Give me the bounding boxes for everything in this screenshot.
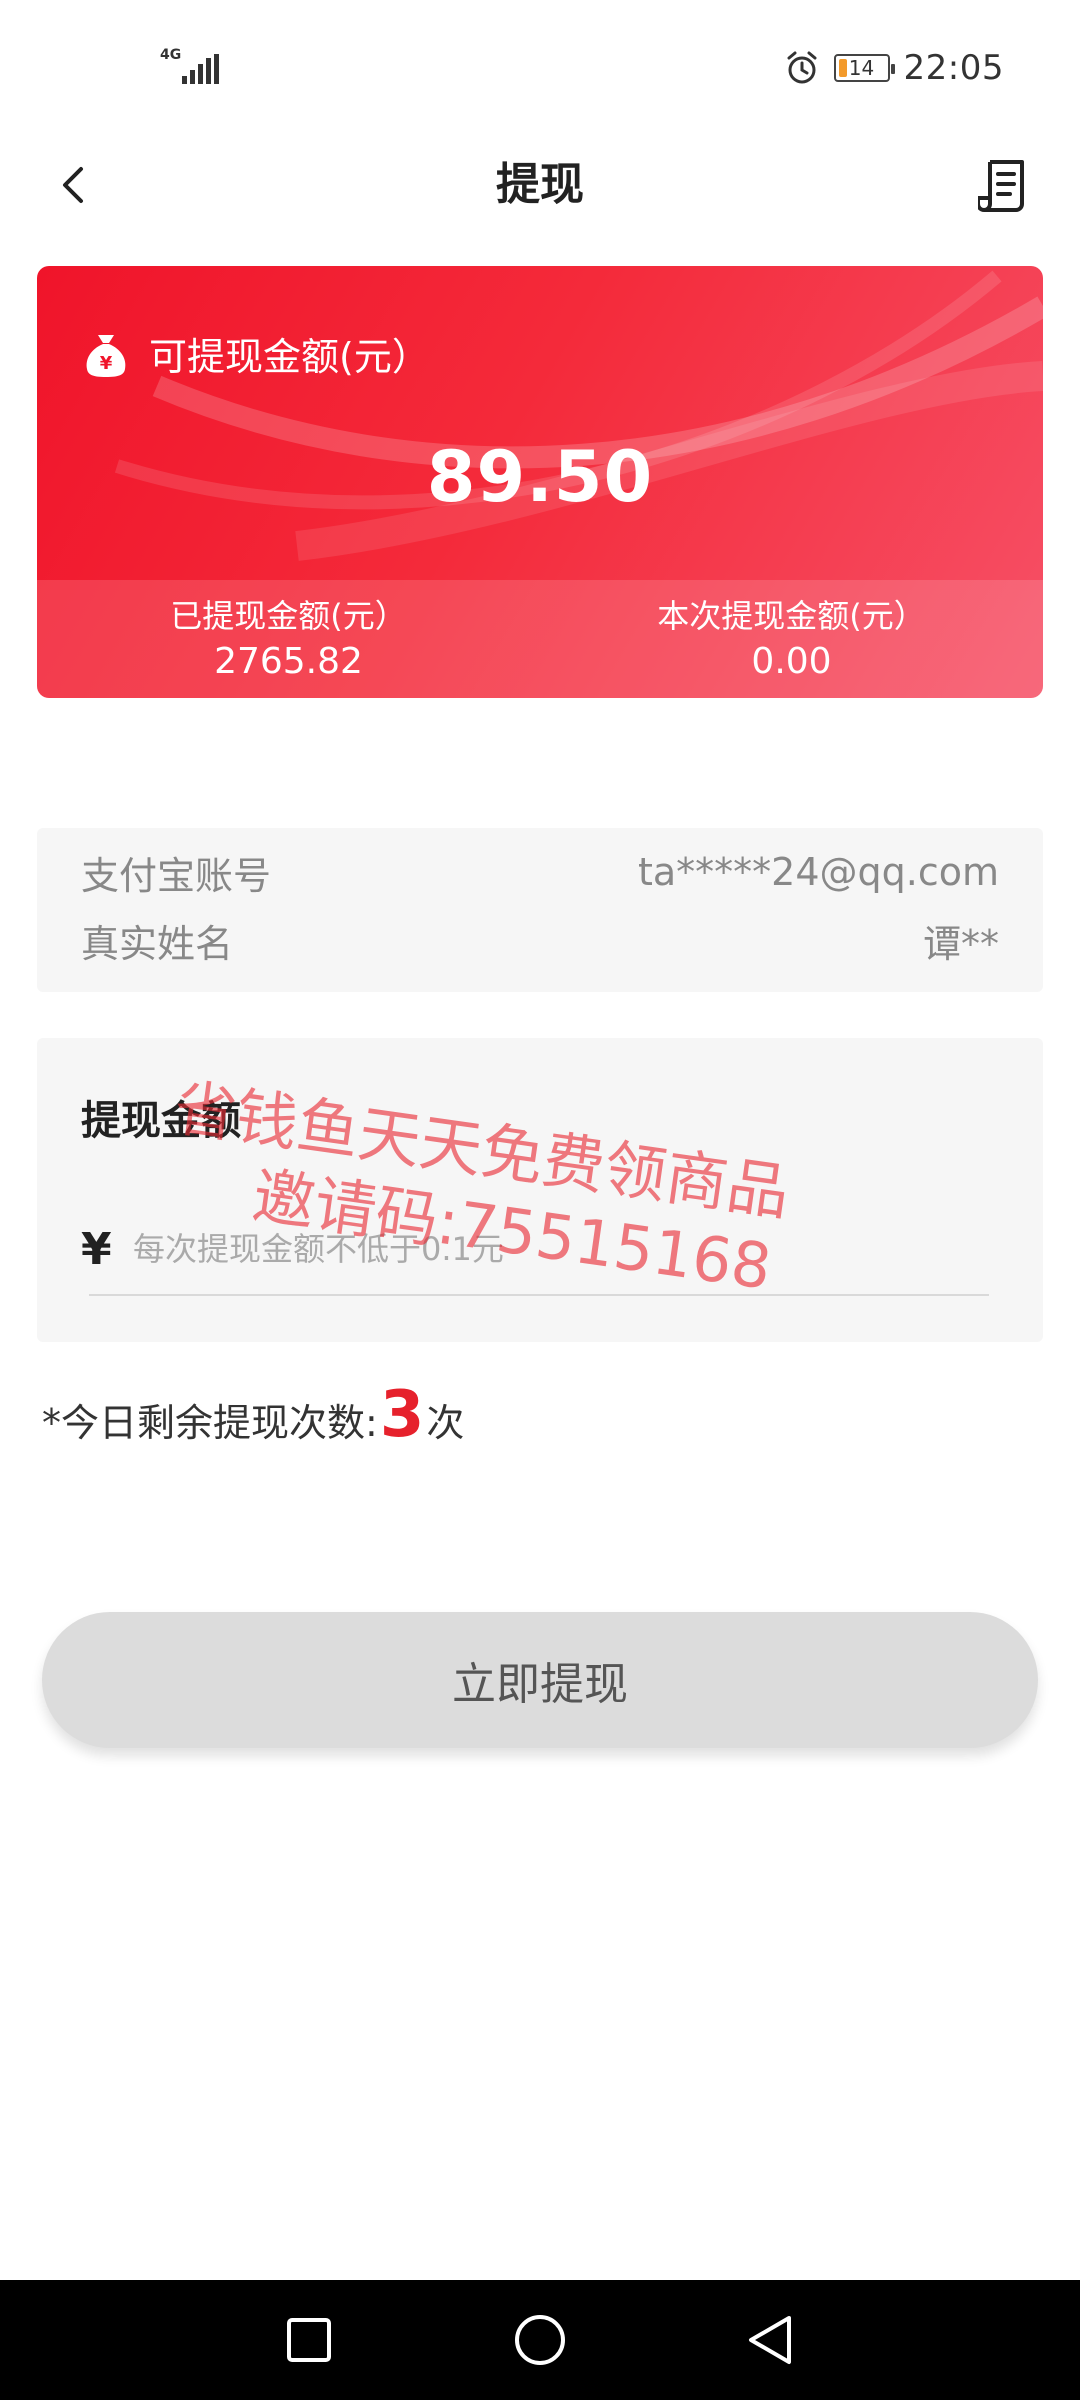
remaining-prefix: *今日剩余提现次数: [42,1401,378,1445]
real-name-label: 真实姓名 [81,921,234,966]
svg-text:¥: ¥ [100,353,113,374]
status-time: 22:05 [903,48,1004,88]
current-withdraw-value: 0.00 [751,641,832,682]
real-name-value: 谭** [922,921,999,966]
triangle-back-icon [749,2316,791,2364]
withdraw-records-button[interactable] [966,148,1040,222]
alipay-label: 支付宝账号 [81,853,272,898]
withdraw-amount-panel: 提现金额 ¥ [37,1038,1043,1342]
signal-icon: 4G [160,48,220,88]
account-info-panel: 支付宝账号 ta*****24@qq.com 真实姓名 谭** [37,828,1043,992]
withdrawn-value: 2765.82 [214,641,363,682]
battery-icon: 14 [833,54,895,82]
system-back-button[interactable] [734,2304,806,2376]
remaining-suffix: 次 [426,1401,465,1445]
withdraw-now-button[interactable]: 立即提现 [42,1612,1038,1748]
receipt-icon [978,160,1024,212]
current-withdraw-stat: 本次提现金额(元） 0.00 [540,594,1043,686]
alipay-value: ta*****24@qq.com [637,850,999,894]
withdraw-amount-input[interactable] [133,1216,993,1282]
card-stats: 已提现金额(元） 2765.82 本次提现金额(元） 0.00 [37,580,1043,698]
remaining-count: 3 [379,1378,425,1452]
real-name-row: 真实姓名 谭** [81,910,999,970]
input-underline [89,1294,989,1296]
recent-apps-button[interactable] [273,2304,345,2376]
app-header: 提现 [0,130,1080,240]
withdrawn-stat: 已提现金额(元） 2765.82 [37,594,540,686]
alipay-row: 支付宝账号 ta*****24@qq.com [81,842,999,902]
withdraw-amount-title: 提现金额 [81,1098,241,1144]
circle-icon [515,2315,565,2365]
status-bar: 4G 14 22:05 [0,0,1080,120]
money-bag-icon: ¥ [86,334,126,377]
currency-symbol: ¥ [81,1224,112,1275]
available-amount-value: 89.50 [426,436,654,518]
system-nav-bar [0,2280,1080,2400]
battery-level: 14 [848,56,875,80]
balance-card: ¥ 可提现金额(元） 89.50 已提现金额(元） 2765.82 本次提现金额… [37,266,1043,698]
available-amount-label: 可提现金额(元） [149,335,430,379]
withdrawn-label: 已提现金额(元） [170,597,407,635]
home-button[interactable] [504,2304,576,2376]
network-type: 4G [160,47,182,63]
current-withdraw-label: 本次提现金额(元） [657,597,926,635]
page-title: 提现 [496,159,584,210]
square-icon [287,2318,331,2362]
remaining-withdrawals: *今日剩余提现次数: 3 次 [42,1378,464,1452]
alarm-icon [787,51,817,84]
